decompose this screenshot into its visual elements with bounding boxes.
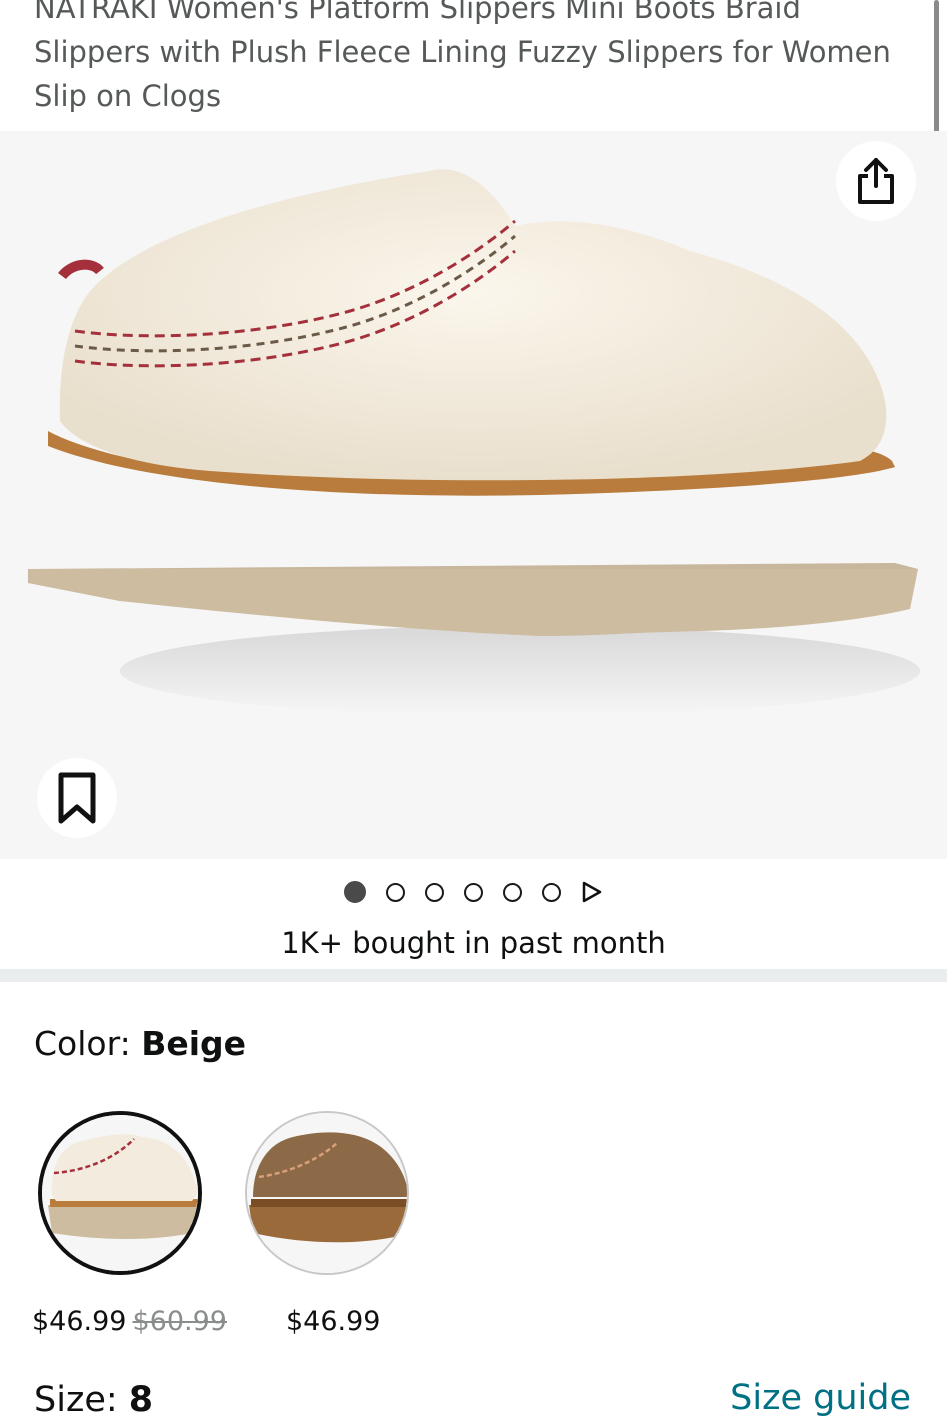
pagination-dot[interactable] xyxy=(344,881,366,903)
pagination-dot[interactable] xyxy=(542,882,561,902)
product-image xyxy=(28,169,920,716)
pagination-dot[interactable] xyxy=(386,882,405,902)
bought-in-past-month: 1K+ bought in past month xyxy=(281,926,666,960)
pagination-dot[interactable] xyxy=(464,882,483,902)
price-current: $46.99 xyxy=(32,1306,127,1337)
product-title: NATRAKI Women's Platform Slippers Mini B… xyxy=(34,0,891,113)
color-label: Color: Beige xyxy=(34,1024,246,1063)
color-swatch-brown[interactable] xyxy=(245,1111,409,1275)
play-icon xyxy=(582,881,602,903)
swatch-price-brown: $46.99 xyxy=(286,1306,380,1337)
selected-size: 8 xyxy=(128,1380,154,1420)
pagination-dot[interactable] xyxy=(503,882,522,902)
bookmark-icon xyxy=(58,772,96,824)
swatch-price-beige: $46.99 $60.99 xyxy=(32,1306,227,1337)
selected-color: Beige xyxy=(141,1024,247,1063)
play-video-button[interactable] xyxy=(581,880,603,904)
product-image-gallery[interactable] xyxy=(0,131,947,859)
price-was: $60.99 xyxy=(132,1306,227,1337)
section-divider xyxy=(0,969,947,982)
save-button[interactable] xyxy=(37,758,117,838)
size-guide-link[interactable]: Size guide xyxy=(730,1378,911,1418)
share-icon xyxy=(858,158,894,204)
image-pagination xyxy=(0,876,947,908)
swatch-image-beige xyxy=(42,1115,198,1271)
size-label: Size: 8 xyxy=(34,1380,153,1420)
pagination-dot[interactable] xyxy=(425,882,444,902)
color-label-prefix: Color: xyxy=(34,1024,142,1063)
price-current: $46.99 xyxy=(286,1306,381,1337)
size-label-prefix: Size: xyxy=(34,1380,129,1420)
color-swatch-beige[interactable] xyxy=(38,1111,202,1275)
swatch-image-brown xyxy=(247,1113,407,1273)
share-button[interactable] xyxy=(836,141,916,221)
